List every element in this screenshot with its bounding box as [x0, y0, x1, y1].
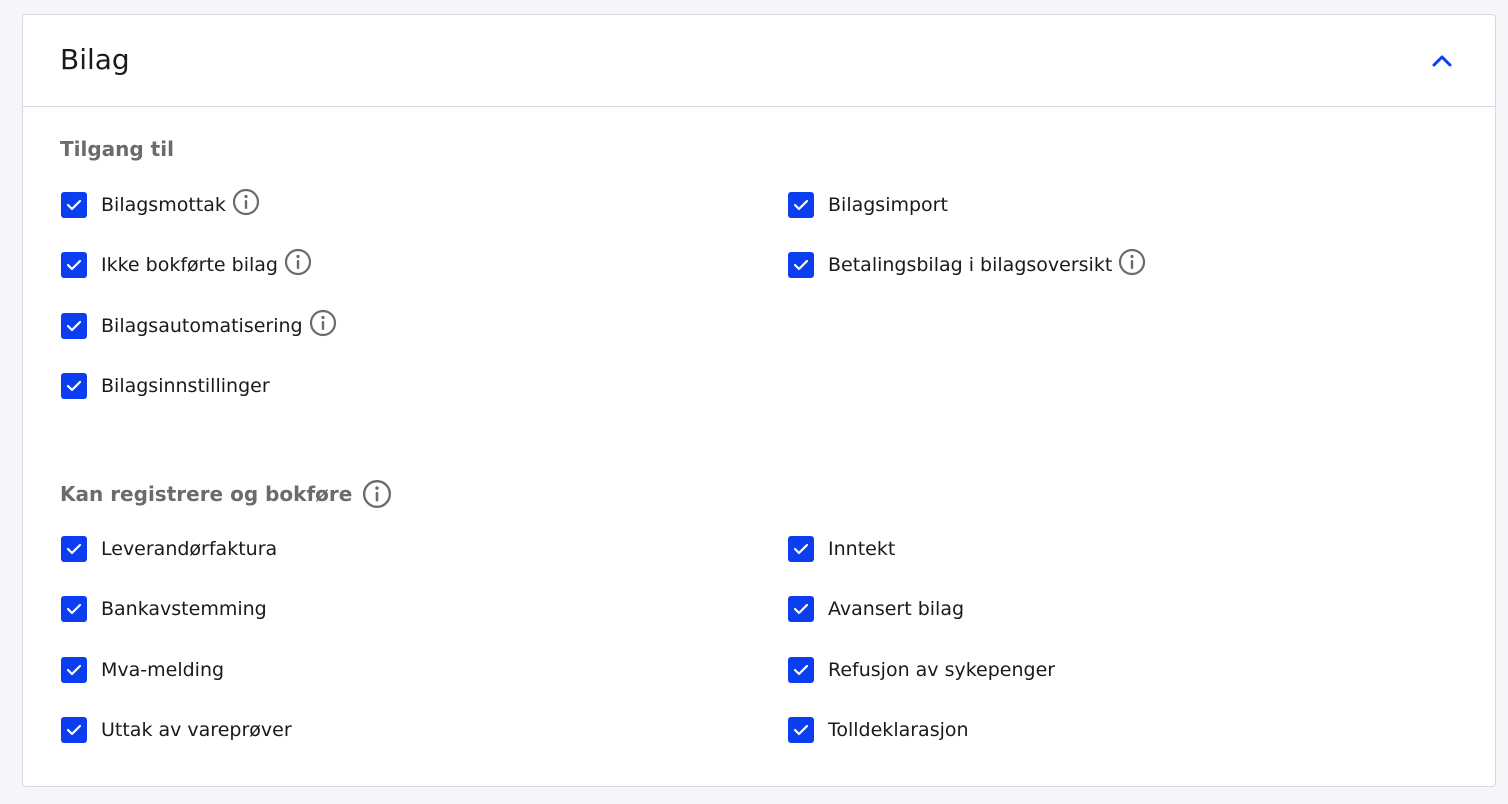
check-icon: [793, 603, 809, 615]
panel-title: Bilag: [60, 43, 130, 76]
checkbox[interactable]: [61, 313, 87, 339]
checkbox[interactable]: [61, 657, 87, 683]
checkbox-row-inntekt[interactable]: Inntekt: [788, 535, 895, 563]
checkbox[interactable]: [61, 252, 87, 278]
checkbox[interactable]: [61, 192, 87, 218]
checkbox-label: Bilagsmottak: [101, 194, 226, 216]
checkbox-label: Mva-melding: [101, 659, 225, 681]
check-icon: [66, 380, 82, 392]
checkbox-row-bilagsautomatisering[interactable]: Bilagsautomatisering: [61, 309, 337, 340]
checkbox[interactable]: [61, 596, 87, 622]
checkbox[interactable]: [788, 657, 814, 683]
checkbox-row-leverandorfaktura[interactable]: Leverandørfaktura: [61, 535, 277, 563]
checkbox-row-refusjon-av-sykepenger[interactable]: Refusjon av sykepenger: [788, 656, 1055, 684]
info-icon[interactable]: [362, 479, 392, 509]
checkbox[interactable]: [788, 717, 814, 743]
checkbox-row-mva-melding[interactable]: Mva-melding: [61, 656, 224, 684]
check-icon: [793, 724, 809, 736]
checkbox-row-bilagsinnstillinger[interactable]: Bilagsinnstillinger: [61, 372, 270, 400]
checkbox-label: Betalingsbilag i bilagsoversikt: [828, 254, 1113, 276]
checkbox-row-betalingsbilag[interactable]: Betalingsbilag i bilagsoversikt: [788, 248, 1146, 279]
checkbox[interactable]: [788, 536, 814, 562]
bilag-panel: Bilag Tilgang til Bilagsmottak Ikke bokf…: [22, 14, 1496, 787]
checkbox-row-bilagsmottak[interactable]: Bilagsmottak: [61, 188, 260, 219]
check-icon: [793, 259, 809, 271]
checkbox-label: Bankavstemming: [101, 598, 267, 620]
check-icon: [66, 199, 82, 211]
section-title-tilgang: Tilgang til: [60, 137, 174, 161]
checkbox-row-tolldeklarasjon[interactable]: Tolldeklarasjon: [788, 716, 969, 744]
check-icon: [66, 603, 82, 615]
check-icon: [66, 320, 82, 332]
checkbox[interactable]: [788, 596, 814, 622]
checkbox-row-bilagsimport[interactable]: Bilagsimport: [788, 191, 948, 219]
collapse-button[interactable]: [1429, 48, 1455, 74]
checkbox-label: Avansert bilag: [828, 598, 965, 620]
checkbox-row-ikke-bokforte-bilag[interactable]: Ikke bokførte bilag: [61, 248, 312, 279]
check-icon: [66, 724, 82, 736]
info-icon[interactable]: [309, 309, 337, 337]
info-icon[interactable]: [1118, 248, 1146, 276]
checkbox-row-uttak-av-vareprover[interactable]: Uttak av vareprøver: [61, 716, 292, 744]
info-icon[interactable]: [232, 188, 260, 216]
checkbox-label: Tolldeklarasjon: [828, 719, 969, 741]
checkbox[interactable]: [61, 373, 87, 399]
info-icon[interactable]: [284, 248, 312, 276]
checkbox-row-avansert-bilag[interactable]: Avansert bilag: [788, 595, 964, 623]
checkbox[interactable]: [788, 192, 814, 218]
checkbox-label: Uttak av vareprøver: [101, 719, 292, 741]
checkbox-label: Inntekt: [828, 538, 896, 560]
checkbox-label: Ikke bokførte bilag: [101, 254, 278, 276]
check-icon: [793, 199, 809, 211]
checkbox[interactable]: [61, 536, 87, 562]
checkbox[interactable]: [61, 717, 87, 743]
check-icon: [793, 664, 809, 676]
section-title-kan-registrere: Kan registrere og bokføre: [60, 479, 392, 509]
chevron-up-icon: [1432, 55, 1452, 67]
section-title-text: Kan registrere og bokføre: [60, 482, 353, 506]
section-title-text: Tilgang til: [60, 137, 174, 161]
checkbox-label: Bilagsinnstillinger: [101, 375, 270, 397]
check-icon: [66, 259, 82, 271]
panel-header[interactable]: Bilag: [23, 15, 1495, 107]
checkbox-label: Leverandørfaktura: [101, 538, 278, 560]
check-icon: [66, 543, 82, 555]
checkbox-label: Bilagsautomatisering: [101, 315, 303, 337]
checkbox[interactable]: [788, 252, 814, 278]
check-icon: [66, 664, 82, 676]
checkbox-label: Bilagsimport: [828, 194, 948, 216]
check-icon: [793, 543, 809, 555]
checkbox-label: Refusjon av sykepenger: [828, 659, 1056, 681]
checkbox-row-bankavstemming[interactable]: Bankavstemming: [61, 595, 267, 623]
